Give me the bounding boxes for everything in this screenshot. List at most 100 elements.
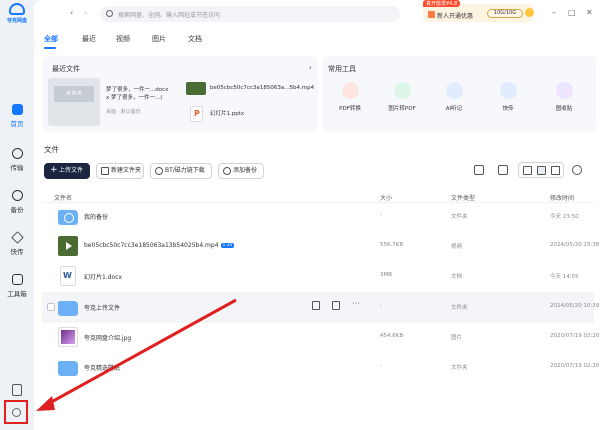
recent-video-name[interactable]: be05cbc50c7cc3e185063a...5b4.mp4 [210,84,314,92]
avatar[interactable] [525,8,534,17]
filter-icon[interactable] [474,165,484,175]
more-icon[interactable]: ··· [352,299,360,308]
file-name[interactable]: 夸克网盘介绍.jpg [84,333,131,342]
new-folder-button[interactable]: 新建文件夹 [96,163,144,179]
tool-quick-send[interactable]: 快传 [486,82,530,112]
folder-icon [58,361,78,376]
tool-ai-notes[interactable]: AI听记 [432,82,476,112]
storage-quota: 10G/10G [487,9,523,18]
common-tools-card: 常用工具 PDF转换 图片转PDF AI听记 快传 图收贴 [322,56,596,132]
large-view-icon[interactable] [551,166,560,175]
row-checkbox[interactable] [47,303,55,311]
recent-doc-title-2[interactable]: x 梦了很多，一件一...( [106,94,162,102]
file-type: 图片 [451,335,463,341]
tool-image-to-pdf[interactable]: 图片转PDF [380,82,424,112]
maximize-icon[interactable]: □ [568,8,576,17]
search-input[interactable]: 搜索网盘、全网、输入网址或书签访问 [118,10,220,19]
sidebar-item-quick-send[interactable]: 快传 [0,231,34,256]
promo-banner[interactable]: 真开能发¥4.8 新人开通优惠 10G/10G [423,0,534,22]
word-file-icon [60,266,76,286]
search-bar[interactable]: 搜索网盘、全网、输入网址或书签访问 [100,6,400,22]
chevron-right-icon[interactable]: › [309,63,312,72]
add-backup-button[interactable]: 添加备份 [218,163,264,179]
app-logo[interactable]: 夸克网盘 [4,3,30,24]
file-time: 2024/05/20 15:38 [550,242,600,248]
recent-doc-thumbnail[interactable]: ▤ ▤ ▤ [48,78,100,126]
refresh-icon[interactable] [572,165,582,175]
minimize-icon[interactable]: – [552,8,556,17]
sidebar-item-toolbox[interactable]: 工具箱 [0,274,34,298]
table-row[interactable]: 夸克精选壁纸 - 文件夹 2020/07/19 02:20 [42,352,599,383]
file-name-text: be05cbc50c7cc3e185063a13b54025b4.mp4 [84,242,219,249]
file-type: 文档 [451,274,463,280]
close-icon[interactable]: ✕ [586,8,593,17]
forward-icon[interactable]: › [84,8,87,17]
tab-document[interactable]: 文档 [188,34,202,44]
tab-video[interactable]: 视频 [116,34,130,44]
recent-ppt-name[interactable]: 幻灯片1.pptx [210,110,244,118]
search-icon [106,10,113,17]
tool-image-collect[interactable]: 图收贴 [542,82,586,112]
tab-image[interactable]: 图片 [152,34,166,44]
file-size: - [380,212,382,218]
back-icon[interactable]: ‹ [70,8,73,17]
speed-badge: 1.2x [220,243,235,248]
quick-send-icon [10,231,24,244]
magnet-icon [155,167,163,175]
image-to-pdf-icon [393,82,411,99]
sidebar: 夸克网盘 首页 传输 备份 快传 工具箱 [0,0,34,430]
upload-button[interactable]: 上传文件 [44,163,90,179]
file-name[interactable]: 夸克上传文件 [84,303,120,312]
download-icon[interactable] [312,301,320,310]
file-size: - [380,303,382,309]
grid-view-icon[interactable] [537,166,546,175]
tool-label: 图片转PDF [388,106,416,112]
sort-icon[interactable] [498,165,508,175]
image-collect-icon [555,82,573,99]
table-row[interactable]: 夸克上传文件 ··· - 文件夹 2024/05/20 10:39 [42,292,599,323]
table-row[interactable]: be05cbc50c7cc3e185063a13b54025b4.mp4 1.2x… [42,231,599,262]
tool-pdf-convert[interactable]: PDF转换 [328,82,372,112]
tab-recent[interactable]: 最近 [82,34,96,44]
sidebar-item-backup[interactable]: 备份 [0,190,34,214]
ppt-file-icon[interactable] [190,106,203,122]
table-row[interactable]: 幻灯片1.docx 3MB 文档 今天 14:55 [42,261,594,292]
home-icon [11,104,23,115]
tools-title: 常用工具 [328,65,356,73]
sidebar-item-label: 传输 [10,164,24,172]
sidebar-item-home[interactable]: 首页 [0,104,34,128]
table-row[interactable]: 我的备份 - 文件夹 今天 23:50 [42,201,594,232]
file-size: 556.7KB [380,242,404,248]
promo-tag: 真开能发¥4.8 [423,0,461,7]
folder-icon [58,301,78,316]
pdf-convert-icon [341,82,359,99]
settings-highlight-box [4,400,28,424]
gift-icon [428,11,435,18]
file-name[interactable]: 幻灯片1.docx [84,272,122,281]
promo-text: 新人开通优惠 [437,13,474,20]
recent-doc-title[interactable]: 梦了很多，一件一...docx [106,86,168,94]
transfer-icon [11,148,23,159]
file-name[interactable]: 我的备份 [84,212,108,221]
share-icon[interactable] [332,301,340,310]
recent-files-title: 最近文件 [52,65,80,73]
backup-icon [223,167,231,175]
add-backup-label: 添加备份 [233,167,258,174]
video-thumbnail-icon[interactable] [186,82,206,95]
file-name[interactable]: be05cbc50c7cc3e185063a13b54025b4.mp4 1.2x [84,242,235,249]
plus-icon [49,163,58,177]
tab-all[interactable]: 全部 [44,34,58,44]
file-size: 454.6KB [380,333,404,339]
file-name[interactable]: 夸克精选壁纸 [84,363,120,372]
table-row[interactable]: 夸克网盘介绍.jpg 454.6KB 图片 2020/07/19 02:20 [42,322,599,353]
video-file-icon [58,236,78,256]
list-view-icon[interactable] [523,166,532,175]
tool-label: AI听记 [445,106,463,112]
sidebar-item-transfer[interactable]: 传输 [0,148,34,172]
cloud-logo-icon [9,3,25,15]
bt-download-button[interactable]: BT/磁力链下载 [150,163,212,179]
doc-preview-icon: ▤ ▤ ▤ [54,86,94,102]
phone-icon[interactable] [12,384,22,396]
settings-icon[interactable] [12,408,21,417]
microphone-icon [445,82,463,99]
